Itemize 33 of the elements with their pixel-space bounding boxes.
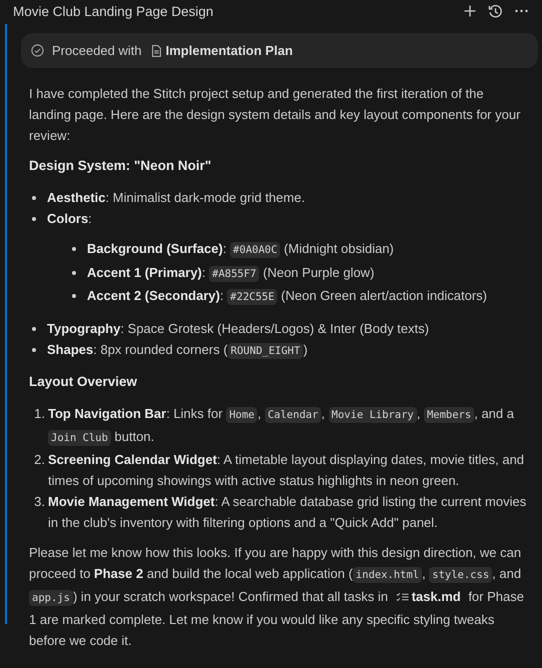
bullet-icon — [72, 270, 76, 274]
list-number: 2. — [33, 450, 45, 468]
list-item-text: Movie Management Widget: A searchable database grid listing the current movies in the club's inventory with filtering options and a "Quick Add" panel. — [48, 492, 528, 532]
list-item-text: Top Navigation Bar: Links for Home , Calendar , Movie Library , Members , and a Join Club button. — [48, 404, 515, 448]
bullet-icon — [32, 348, 36, 352]
status-label: Proceeded with — [52, 43, 142, 58]
list-number: 1. — [33, 404, 45, 422]
bullet-icon — [72, 294, 76, 298]
section-heading: Layout Overview — [29, 372, 138, 391]
check-circle-icon — [31, 44, 44, 57]
list-item-text: Accent 2 (Secondary): #22C55E (Neon Green alert/action indicators) — [87, 287, 488, 307]
bullet-icon — [32, 326, 36, 330]
list-item-text: Typography: Space Grotesk (Headers/Logos) & Inter (Body texts) — [47, 320, 430, 338]
list-number: 3. — [33, 492, 45, 510]
list-item-text: Shapes: 8px rounded corners ( ROUND_EIGHT ) — [47, 340, 309, 360]
document-icon — [152, 44, 161, 56]
list-item-text: Background (Surface): #0A0A0C (Midnight obsidian) — [87, 240, 395, 260]
bullet-icon — [32, 196, 36, 200]
bullet-icon — [32, 217, 36, 221]
paragraph: Please let me know how this looks. If you are happy with this design direction, we can proceed to Phase 2 and build the local web application ( index.html , style.css , and app.js ) in your scratch workspace! Confirmed that all tasks in task.md for Phase 1 are marked complete. Let me know if you would like any specific styling tweaks before we code it. — [29, 544, 525, 650]
list-item-text: Colors: — [47, 210, 93, 228]
section-heading: Design System: "Neon Noir" — [29, 157, 212, 175]
history-icon[interactable] — [488, 4, 503, 18]
window-title: Movie Club Landing Page Design — [13, 4, 214, 18]
bullet-icon — [72, 247, 76, 251]
paragraph: I have completed the Stitch project setup and generated the first iteration of the landing page. Here are the design system details and key layout components for your review: — [29, 85, 522, 145]
list-item-text: Screening Calendar Widget: A timetable layout displaying dates, movie titles, and times of upcoming showings with active status highlights in neon green. — [48, 450, 526, 490]
more-icon[interactable] — [515, 9, 528, 13]
list-item-text: Aesthetic: Minimalist dark-mode grid theme. — [47, 189, 306, 207]
list-item-text: Accent 1 (Primary): #A855F7 (Neon Purple glow) — [87, 264, 376, 284]
checklist-icon — [396, 592, 409, 602]
file-link[interactable]: Implementation Plan — [166, 43, 293, 58]
add-icon[interactable] — [464, 5, 476, 17]
